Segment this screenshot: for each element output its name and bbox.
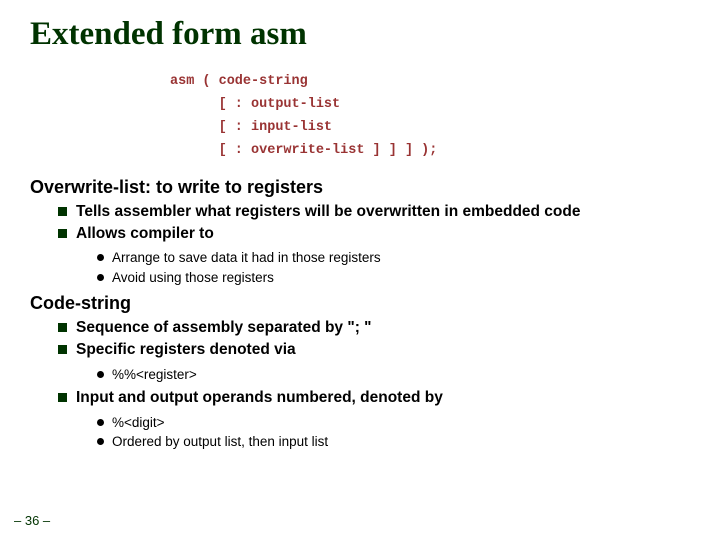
bullet-list: Sequence of assembly separated by "; " S… [30,318,690,360]
page-title: Extended form asm [30,16,690,53]
page-number: – 36 – [14,513,50,528]
code-line-2: [ : output-list [170,97,340,112]
sub-bullet-item: Ordered by output list, then input list [112,433,690,451]
sub-bullet-item: Avoid using those registers [112,269,690,287]
bullet-item: Sequence of assembly separated by "; " [76,318,690,338]
sub-bullet-item: %<digit> [112,414,690,432]
bullet-list: Tells assembler what registers will be o… [30,202,690,244]
sub-bullet-item: Arrange to save data it had in those reg… [112,249,690,267]
bullet-item: Input and output operands numbered, deno… [76,388,690,408]
code-line-1: asm ( code-string [170,74,308,89]
sub-bullet-list: %%<register> [30,366,690,384]
code-line-4: [ : overwrite-list ] ] ] ); [170,143,437,158]
asm-syntax-block: asm ( code-string [ : output-list [ : in… [170,71,690,163]
section-heading-overwrite: Overwrite-list: to write to registers [30,177,690,198]
bullet-item: Tells assembler what registers will be o… [76,202,690,222]
sub-bullet-item: %%<register> [112,366,690,384]
bullet-item: Specific registers denoted via [76,340,690,360]
sub-bullet-list: %<digit> Ordered by output list, then in… [30,414,690,451]
slide: Extended form asm asm ( code-string [ : … [0,0,720,540]
bullet-item: Allows compiler to [76,224,690,244]
code-line-3: [ : input-list [170,120,332,135]
bullet-list: Input and output operands numbered, deno… [30,388,690,408]
section-heading-codestring: Code-string [30,293,690,314]
sub-bullet-list: Arrange to save data it had in those reg… [30,249,690,286]
